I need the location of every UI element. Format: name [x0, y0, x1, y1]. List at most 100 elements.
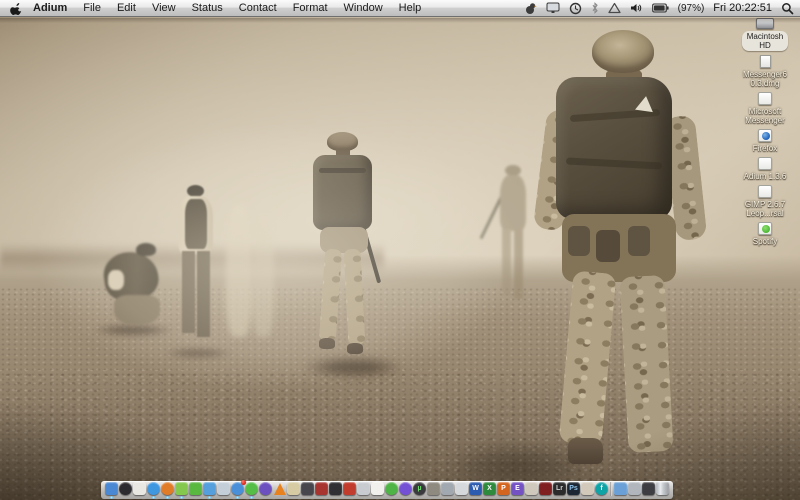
- dock-powerpoint-icon[interactable]: P: [497, 482, 510, 496]
- dock-word-icon[interactable]: W: [469, 482, 482, 496]
- dock-chat-icon[interactable]: [203, 482, 216, 496]
- dock-spotify-icon[interactable]: [245, 482, 258, 496]
- dock-utilities-stack-icon[interactable]: [642, 482, 655, 496]
- desktop-icon-spotify[interactable]: Spotify: [753, 222, 777, 246]
- dock-lightroom-icon[interactable]: Lr: [553, 482, 566, 496]
- desktop-icon-microsoft-messenger[interactable]: Microsoft Messenger: [745, 92, 785, 125]
- dock-image-capture-icon[interactable]: [329, 482, 342, 496]
- dock-photo-booth-icon[interactable]: [301, 482, 314, 496]
- volume-icon[interactable]: [630, 2, 643, 14]
- menu-edit[interactable]: Edit: [117, 2, 136, 14]
- dock-divider: [610, 482, 612, 496]
- menu-adium[interactable]: Adium: [33, 2, 67, 14]
- photoshop-glyph: Ps: [567, 482, 580, 495]
- desktop-icon-adium-1-3-6[interactable]: Adium 1.3.6: [744, 157, 787, 181]
- dock-iphoto-icon[interactable]: [287, 482, 300, 496]
- desktop-icon-firefox[interactable]: Firefox: [753, 129, 777, 153]
- menu-format[interactable]: Format: [293, 2, 328, 14]
- menu-window[interactable]: Window: [344, 2, 383, 14]
- wallpaper-figure-vest-man: [172, 185, 220, 351]
- dock-green-circle-app-icon[interactable]: [385, 482, 398, 496]
- wallpaper-figure-center-soldier: [293, 130, 397, 380]
- dock-gimp-icon[interactable]: [581, 482, 594, 496]
- dock-finder-icon[interactable]: [105, 482, 118, 496]
- red-book-app-glyph: [315, 482, 328, 495]
- battery-icon[interactable]: [652, 3, 669, 13]
- adium-status-icon[interactable]: [524, 2, 537, 15]
- spotlight-icon[interactable]: [781, 2, 794, 15]
- desktop-icon-messenger6-0-3-dmg[interactable]: Messenger6 0.3.dmg: [743, 55, 787, 88]
- dock-itunes-icon[interactable]: [231, 482, 244, 496]
- running-indicator: [180, 496, 183, 499]
- downloads-stack-glyph: [628, 482, 641, 495]
- dock-photoshop-icon[interactable]: Ps: [567, 482, 580, 496]
- running-indicator: [250, 496, 253, 499]
- menubar-clock[interactable]: Fri 20:22:51: [713, 2, 772, 14]
- apple-menu-icon[interactable]: [10, 2, 23, 15]
- airport-icon[interactable]: [608, 2, 621, 14]
- dock-ipod-icon[interactable]: [357, 482, 370, 496]
- displays-icon[interactable]: [546, 2, 560, 14]
- dock-system-preferences-icon[interactable]: [441, 482, 454, 496]
- dock-preview-icon[interactable]: [217, 482, 230, 496]
- running-indicator: [152, 496, 155, 499]
- dock-firefox-icon[interactable]: [161, 482, 174, 496]
- drive-file-icon: [756, 18, 774, 29]
- menu-file[interactable]: File: [83, 2, 101, 14]
- dock-acrobat-red-icon[interactable]: [539, 482, 552, 496]
- utilities-stack-glyph: [642, 482, 655, 495]
- dock-quicktime-icon[interactable]: [399, 482, 412, 496]
- diskimage-file-icon: [758, 185, 772, 198]
- desktop-icon-gimp-2-6-7-leop-rsal[interactable]: GIMP 2.6.7 Leop...rsal: [745, 185, 785, 218]
- dock-utorrent-icon[interactable]: µ: [413, 482, 426, 496]
- dock-dvd-player-icon[interactable]: [259, 482, 272, 496]
- bluetooth-icon[interactable]: [591, 2, 599, 14]
- iphoto-glyph: [287, 482, 300, 495]
- word-glyph: W: [469, 482, 482, 495]
- dock-red-book-app-icon[interactable]: [315, 482, 328, 496]
- desktop-icon-label: Microsoft Messenger: [745, 107, 785, 125]
- document-file-icon: [760, 55, 771, 68]
- dock-flash-icon[interactable]: f: [595, 482, 608, 496]
- dock-safari-icon[interactable]: [147, 482, 160, 496]
- system-preferences-glyph: [441, 482, 454, 495]
- menu-status[interactable]: Status: [192, 2, 223, 14]
- dock-adium-icon[interactable]: [175, 482, 188, 496]
- dock-items: µ WXPE LrPs f: [105, 482, 669, 496]
- dock-front-row-icon[interactable]: [343, 482, 356, 496]
- dock-messenger-icon[interactable]: [189, 482, 202, 496]
- utorrent-glyph: µ: [413, 482, 426, 495]
- dock-excel-icon[interactable]: X: [483, 482, 496, 496]
- dock-textedit-icon[interactable]: [371, 482, 384, 496]
- desktop-icon-label: GIMP 2.6.7 Leop...rsal: [745, 200, 785, 218]
- flash-glyph: f: [595, 482, 608, 495]
- dock-calculator-icon[interactable]: [455, 482, 468, 496]
- powerpoint-glyph: P: [497, 482, 510, 495]
- dock-calendar-icon[interactable]: [133, 482, 146, 496]
- dock-trash-icon[interactable]: [656, 482, 669, 496]
- calculator-glyph: [455, 482, 468, 495]
- photo-booth-glyph: [301, 482, 314, 495]
- diskimage-file-icon: [758, 157, 772, 170]
- wallpaper-figure-crouching-man: [100, 243, 174, 331]
- safari-glyph: [147, 482, 160, 495]
- desktop-icon-macintosh-hd[interactable]: Macintosh HD: [742, 18, 788, 51]
- dock-dashboard-icon[interactable]: [119, 482, 132, 496]
- menubar-menus: Adium File Edit View Status Contact Format Wind…: [33, 2, 421, 14]
- dock-downloads-stack-icon[interactable]: [628, 482, 641, 496]
- menu-help[interactable]: Help: [399, 2, 422, 14]
- dock-theater-app-icon[interactable]: [525, 482, 538, 496]
- firefox-glyph: [161, 482, 174, 495]
- dock-entourage-icon[interactable]: E: [511, 482, 524, 496]
- running-indicator: [236, 496, 239, 499]
- quicktime-glyph: [399, 482, 412, 495]
- battery-percent[interactable]: (97%): [678, 3, 705, 14]
- dock-documents-folder-icon[interactable]: [614, 482, 627, 496]
- preview-glyph: [217, 482, 230, 495]
- spotify-glyph: [245, 482, 258, 495]
- clock-icon[interactable]: [569, 2, 582, 15]
- menu-view[interactable]: View: [152, 2, 176, 14]
- dock-statue-app-icon[interactable]: [427, 482, 440, 496]
- dock-vlc-icon[interactable]: [273, 482, 286, 496]
- menu-contact[interactable]: Contact: [239, 2, 277, 14]
